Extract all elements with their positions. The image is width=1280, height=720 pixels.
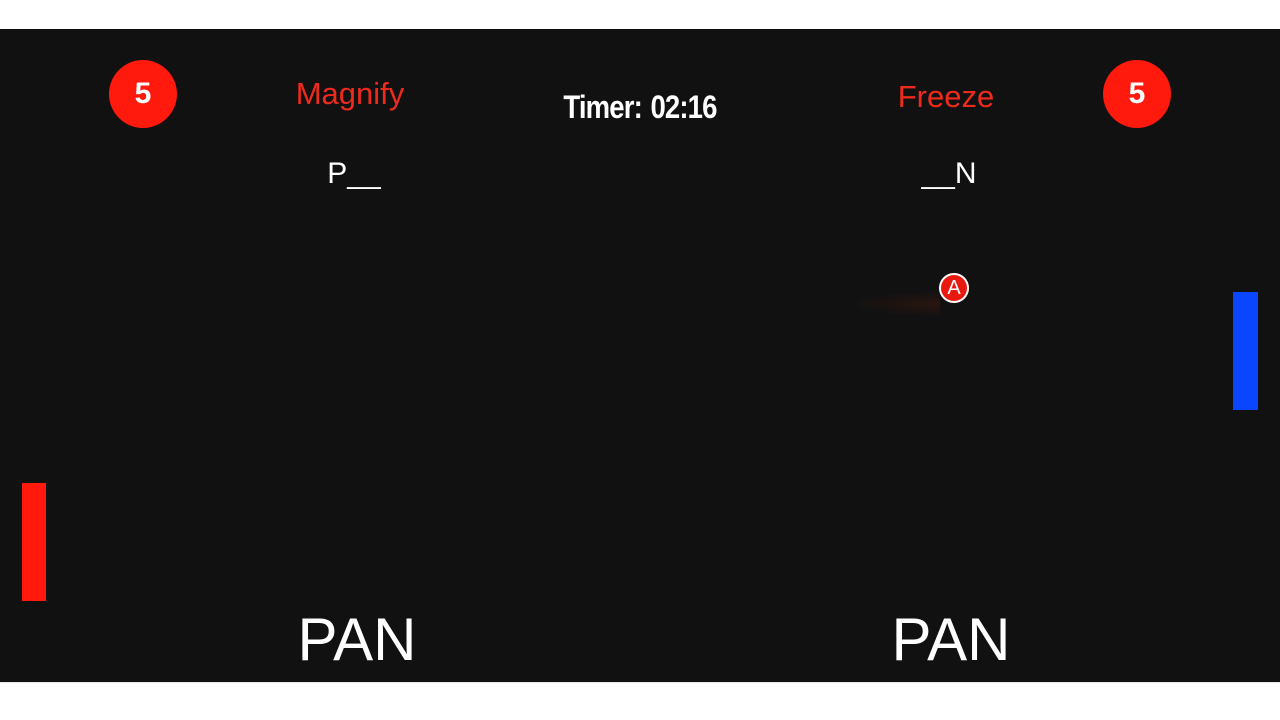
right-word: PAN: [891, 606, 1011, 673]
left-word-hint: P__: [327, 157, 381, 190]
game-board[interactable]: 5 5 Magnify Freeze Timer: 02:16 P__ __N A…: [0, 29, 1280, 682]
right-powerup-label: Freeze: [897, 79, 995, 114]
timer-label: Timer:: [563, 89, 642, 125]
right-paddle[interactable]: [1233, 292, 1258, 410]
bottom-margin: [0, 682, 1280, 720]
ball-trail: [850, 291, 940, 317]
left-score-badge: 5: [109, 60, 177, 128]
ball: A: [939, 273, 969, 303]
right-word-hint: __N: [921, 157, 977, 190]
left-word: PAN: [297, 606, 417, 673]
left-paddle[interactable]: [22, 483, 46, 601]
right-score-badge: 5: [1103, 60, 1171, 128]
timer: Timer: 02:16: [554, 89, 726, 126]
top-margin: [0, 0, 1280, 29]
timer-value: 02:16: [650, 89, 717, 125]
left-powerup-label: Magnify: [295, 76, 405, 111]
